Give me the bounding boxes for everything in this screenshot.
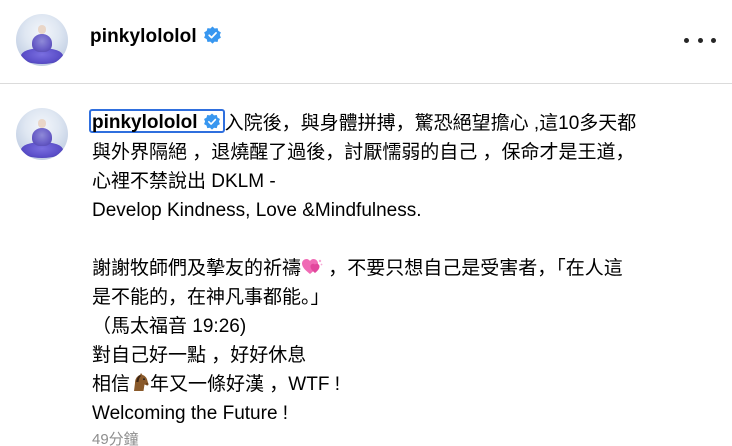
verified-badge-icon — [203, 26, 222, 45]
caption-text: ，不要只想自己是受害者，「在人這 — [323, 258, 623, 279]
post-view: pinkylololol pinkylololol 入院後，與身體拼搏，驚恐絕望… — [0, 0, 732, 446]
caption-line-1: pinkylololol 入院後，與身體拼搏，驚恐絕望擔心 ,這10多天都 — [89, 109, 722, 138]
verified-badge-icon — [203, 113, 221, 131]
post-timestamp[interactable]: 49分鐘 — [92, 428, 139, 446]
caption-text: 入院後，與身體拼搏，驚恐絕望擔心 ,這10多天都 — [224, 113, 637, 134]
caption-text: 對自己好一點 ，好好休息 — [92, 345, 307, 366]
caption-text: （馬太福音 19:26) — [92, 316, 247, 337]
more-options-button[interactable] — [684, 28, 716, 52]
caption: pinkylololol 入院後，與身體拼搏，驚恐絕望擔心 ,這10多天都 與外… — [89, 109, 722, 428]
caption-text: 年又一條好漢 ，WTF ! — [150, 374, 340, 395]
avatar[interactable] — [16, 14, 68, 66]
post-author-username[interactable]: pinkylololol — [90, 26, 197, 47]
caption-line: 謝謝牧師們及摯友的祈禱 ，不要只想自己是受害者，「在人這 — [92, 254, 722, 283]
post-author[interactable]: pinkylololol — [90, 26, 222, 48]
caption-text: 是不能的，在神凡事都能。」 — [92, 287, 330, 308]
caption-text: 謝謝牧師們及摯友的祈禱 — [92, 258, 302, 279]
caption-text: 心裡不禁說出 DKLM - — [92, 171, 276, 192]
caption-text: 相信 — [92, 374, 131, 395]
horse-emoji-icon — [130, 372, 150, 401]
heart-emoji-icon — [301, 256, 323, 285]
caption-text: Welcoming the Future ! — [92, 403, 289, 424]
caption-text: 與外界隔絕 ，退燒醒了過後，討厭懦弱的自己 ，保命才是王道， — [92, 142, 635, 163]
caption-avatar[interactable] — [16, 108, 68, 160]
caption-username[interactable]: pinkylololol — [92, 112, 198, 133]
caption-text: Develop Kindness, Love &Mindfulness. — [92, 200, 422, 221]
caption-username-link[interactable]: pinkylololol — [89, 109, 225, 133]
more-options-icon — [684, 37, 689, 43]
post-header: pinkylololol — [0, 0, 732, 84]
caption-line: 相信 年又一條好漢 ，WTF ! — [92, 370, 722, 399]
